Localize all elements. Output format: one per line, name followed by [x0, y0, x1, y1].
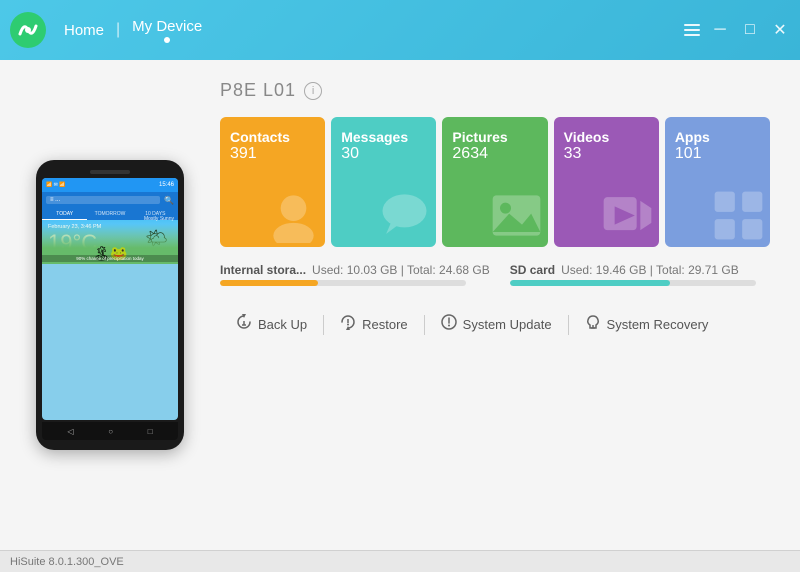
restore-label: Restore: [362, 317, 408, 332]
system-recovery-icon: [585, 314, 601, 330]
tiles-row: Contacts 391 Messages 30 Pictures 2634 V…: [220, 117, 770, 247]
titlebar-left: Home | My Device: [10, 12, 210, 48]
phone-back-btn: ◁: [67, 427, 73, 436]
phone-home-btn: ○: [108, 427, 113, 436]
device-header: P8E L01 i: [220, 80, 770, 101]
restore-icon: [340, 314, 356, 335]
tile-count-apps: 101: [675, 145, 760, 163]
internal-storage: Internal stora... Used: 10.03 GB | Total…: [220, 263, 490, 286]
phone-weather: February 23, 3:46 PM 19°C Feels like 19°…: [42, 220, 178, 264]
system-update-icon: [441, 314, 457, 330]
tile-messages[interactable]: Messages 30: [331, 117, 436, 247]
home-nav[interactable]: Home: [56, 22, 112, 39]
system-update-label: System Update: [463, 317, 552, 332]
info-icon[interactable]: i: [304, 82, 322, 100]
tile-videos[interactable]: Videos 33: [554, 117, 659, 247]
my-device-nav[interactable]: My Device: [124, 18, 210, 43]
tile-label-contacts: Contacts: [230, 129, 315, 145]
nav-separator: |: [116, 21, 120, 39]
storage-row: Internal stora... Used: 10.03 GB | Total…: [220, 263, 770, 286]
phone-search-icon: 🔍: [164, 196, 174, 205]
phone-weather-desc: Mostly Sunny: [144, 216, 174, 222]
tile-apps[interactable]: Apps 101: [665, 117, 770, 247]
tile-contacts[interactable]: Contacts 391: [220, 117, 325, 247]
internal-progress-bar: [220, 280, 466, 286]
phone-precipitation: 90% chance of precipitation today: [42, 255, 178, 262]
internal-storage-label: Internal stora...: [220, 263, 306, 277]
tile-label-videos: Videos: [564, 129, 649, 145]
storage-section: Internal stora... Used: 10.03 GB | Total…: [220, 263, 770, 286]
tile-count-videos: 33: [564, 145, 649, 163]
maximize-button[interactable]: □: [740, 21, 760, 39]
internal-storage-info: Used: 10.03 GB | Total: 24.68 GB: [312, 263, 490, 277]
restore-button[interactable]: Restore: [324, 306, 424, 343]
phone-navbar: ◁ ○ □: [42, 422, 178, 440]
sdcard-info: Used: 19.46 GB | Total: 29.71 GB: [561, 263, 739, 277]
action-bar: Back Up Restore System Update System Rec…: [220, 302, 770, 343]
tile-count-messages: 30: [341, 145, 426, 163]
phone-tab-tomorrow: TOMORROW: [87, 208, 132, 220]
app-logo: [10, 12, 46, 48]
statusbar-text: HiSuite 8.0.1.300_OVE: [10, 556, 124, 568]
backup-label: Back Up: [258, 317, 307, 332]
phone-status-bar: 📶 ✉ 📶 15:46: [42, 178, 178, 192]
phone-mockup: 📶 ✉ 📶 15:46 ≡ ... 🔍 TODAY TOMORROW 10 DA…: [36, 160, 184, 450]
window-controls: ─ □ ✕: [684, 20, 790, 40]
backup-icon: [236, 314, 252, 335]
internal-progress-fill: [220, 280, 318, 286]
phone-recent-btn: □: [148, 427, 153, 436]
phone-search-bar: ≡ ... 🔍: [42, 192, 178, 208]
phone-speaker: [90, 170, 130, 174]
device-name: P8E L01: [220, 80, 296, 101]
right-content: P8E L01 i Contacts 391 Messages 30 Pictu…: [220, 80, 770, 530]
system-recovery-icon: [585, 314, 601, 335]
system-recovery-button[interactable]: System Recovery: [569, 306, 725, 343]
tile-label-pictures: Pictures: [452, 129, 537, 145]
close-button[interactable]: ✕: [770, 20, 790, 40]
tile-count-contacts: 391: [230, 145, 315, 163]
phone-screen: 📶 ✉ 📶 15:46 ≡ ... 🔍 TODAY TOMORROW 10 DA…: [42, 178, 178, 420]
menu-icon[interactable]: [684, 24, 700, 36]
phone-tab-today: TODAY: [42, 208, 87, 220]
sdcard-progress-bar: [510, 280, 756, 286]
tile-pictures[interactable]: Pictures 2634: [442, 117, 547, 247]
nav-links: Home | My Device: [56, 18, 210, 43]
system-update-icon: [441, 314, 457, 335]
sdcard-progress-fill: [510, 280, 670, 286]
titlebar: Home | My Device ─ □ ✕: [0, 0, 800, 60]
main-content: 📶 ✉ 📶 15:46 ≡ ... 🔍 TODAY TOMORROW 10 DA…: [0, 60, 800, 550]
backup-icon: [236, 314, 252, 330]
backup-button[interactable]: Back Up: [220, 306, 323, 343]
system-recovery-label: System Recovery: [607, 317, 709, 332]
system-update-button[interactable]: System Update: [425, 306, 568, 343]
minimize-button[interactable]: ─: [710, 21, 730, 39]
tile-count-pictures: 2634: [452, 145, 537, 163]
restore-icon: [340, 314, 356, 330]
tile-label-messages: Messages: [341, 129, 426, 145]
statusbar: HiSuite 8.0.1.300_OVE: [0, 550, 800, 572]
sdcard-label: SD card: [510, 263, 555, 277]
sdcard-storage: SD card Used: 19.46 GB | Total: 29.71 GB: [510, 263, 756, 286]
tile-label-apps: Apps: [675, 129, 760, 145]
phone-container: 📶 ✉ 📶 15:46 ≡ ... 🔍 TODAY TOMORROW 10 DA…: [30, 80, 190, 530]
